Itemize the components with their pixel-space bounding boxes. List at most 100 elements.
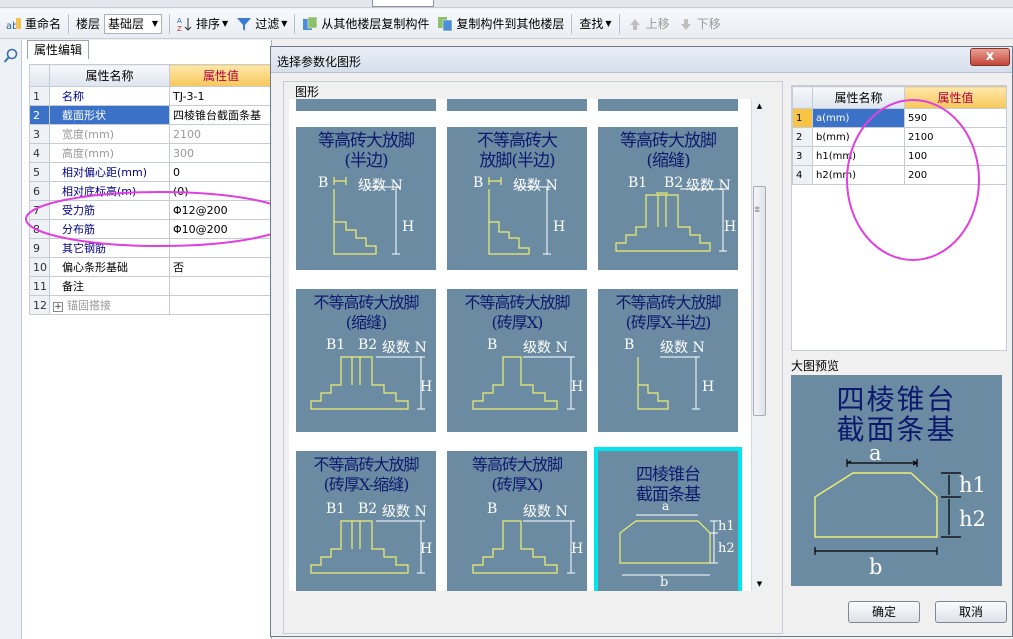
shape-tile[interactable]: 等高砖大放脚 (缩缝) B1 B2 级数 N H bbox=[598, 127, 738, 270]
preview-label-b: b bbox=[869, 555, 883, 579]
shape-tile-partial[interactable] bbox=[296, 99, 436, 111]
shape-tile-partial[interactable] bbox=[447, 99, 587, 111]
tile-label: 级数 N bbox=[358, 178, 403, 194]
shape-tile[interactable]: 不等高砖大 放脚(半边) B 级数 N H bbox=[447, 127, 587, 270]
table-row[interactable]: 12 + 锚固搭接 bbox=[29, 295, 273, 315]
property-value[interactable]: 0 bbox=[169, 162, 273, 182]
move-up-button[interactable]: 上移 bbox=[623, 13, 674, 35]
tile-label: H bbox=[553, 219, 566, 235]
shape-tile[interactable]: 不等高砖大放脚 (砖厚X-缩缝) B1 B2 级数 N H bbox=[296, 451, 436, 591]
rename-button[interactable]: ab 重命名 bbox=[2, 13, 65, 35]
find-button[interactable]: 查找 ▼ bbox=[575, 13, 615, 35]
tile-label: H bbox=[420, 379, 433, 395]
search-icon[interactable] bbox=[3, 48, 19, 67]
tile-label: B bbox=[473, 175, 484, 191]
preview-label-h2: h2 bbox=[959, 507, 986, 531]
rename-label: 重命名 bbox=[25, 17, 62, 31]
row-number: 1 bbox=[792, 108, 813, 128]
property-value[interactable]: TJ-3-1 bbox=[169, 86, 273, 106]
property-name: 备注 bbox=[49, 276, 170, 296]
copy-from-floor-label: 从其他楼层复制构件 bbox=[321, 17, 430, 31]
rename-icon: ab bbox=[6, 16, 22, 32]
tile-label: b bbox=[660, 575, 669, 590]
sort-icon: AZ bbox=[177, 16, 193, 33]
scroll-up-icon[interactable]: ▲ bbox=[752, 99, 767, 113]
copy-from-floor-button[interactable]: 从其他楼层复制构件 bbox=[298, 13, 433, 35]
tile-label: H bbox=[571, 379, 584, 395]
property-name: 宽度(mm) bbox=[49, 124, 170, 144]
sort-button[interactable]: AZ 排序 ▼ bbox=[173, 13, 232, 35]
property-value[interactable] bbox=[169, 295, 273, 315]
shape-tile-partial[interactable] bbox=[598, 99, 738, 111]
table-row[interactable]: 10 偏心条形基础否 bbox=[29, 257, 273, 277]
copy-to-floor-label: 复制构件到其他楼层 bbox=[456, 17, 565, 31]
tile-label: B1 bbox=[326, 337, 346, 353]
dropdown-icon: ▼ bbox=[281, 19, 288, 28]
shape-tile[interactable]: 不等高砖大放脚 (砖厚X-半边) B 级数 N H bbox=[598, 289, 738, 432]
tile-label: B bbox=[318, 175, 329, 191]
property-value[interactable]: 四棱锥台截面条基 bbox=[169, 105, 273, 125]
separator bbox=[68, 13, 70, 34]
tile-label: B bbox=[624, 337, 635, 353]
row-number: 3 bbox=[29, 124, 50, 144]
shape-drawing bbox=[615, 188, 727, 252]
tile-label: h1 bbox=[718, 519, 735, 534]
tile-label: 级数 N bbox=[523, 340, 568, 356]
cancel-button[interactable]: 取消 bbox=[935, 601, 1007, 623]
scroll-thumb[interactable] bbox=[753, 186, 766, 416]
filter-button[interactable]: 过滤 ▼ bbox=[232, 13, 291, 35]
svg-text:Z: Z bbox=[177, 25, 182, 32]
property-name: 相对偏心距(mm) bbox=[49, 162, 170, 182]
copy-to-floor-button[interactable]: 复制构件到其他楼层 bbox=[433, 13, 568, 35]
ok-button[interactable]: 确定 bbox=[848, 601, 920, 623]
shape-drawing bbox=[310, 520, 425, 574]
floor-selector: 楼层 基础层 ▼ bbox=[72, 13, 166, 35]
shape-tile[interactable]: 不等高砖大放脚 (砖厚X) B 级数 N H bbox=[447, 289, 587, 432]
shape-tile[interactable]: 等高砖大放脚 (半边) B 级数 N H bbox=[296, 127, 436, 270]
expand-icon[interactable]: + bbox=[53, 302, 63, 312]
floor-label: 楼层 bbox=[76, 17, 101, 31]
table-row[interactable]: 2 截面形状 四棱锥台截面条基 bbox=[29, 105, 273, 125]
table-row[interactable]: 5 相对偏心距(mm) 0 bbox=[29, 162, 273, 182]
separator bbox=[571, 13, 573, 34]
shape-tile-selected[interactable]: 四棱锥台 截面条基 a h1 h2 b bbox=[594, 447, 742, 591]
property-name-text: 锚固搭接 bbox=[67, 299, 111, 312]
shape-tile[interactable]: 不等高砖大放脚 (缩缝) B1 B2 级数 N H bbox=[296, 289, 436, 432]
table-row[interactable]: 4 高度(mm) 300 bbox=[29, 143, 273, 163]
tab-property-edit[interactable]: 属性编辑 bbox=[27, 40, 89, 59]
find-label: 查找 bbox=[579, 17, 604, 31]
table-row[interactable]: 11 备注 bbox=[29, 276, 273, 296]
tile-label: B2 bbox=[664, 175, 684, 191]
select-shape-dialog: 选择参数化图形 x 图形 等高砖大放脚 (半边) B 级数 N H 不等高砖大 … bbox=[270, 46, 1013, 637]
tile-label: B2 bbox=[358, 337, 378, 353]
floor-combo[interactable]: 基础层 ▼ bbox=[104, 13, 163, 34]
separator bbox=[294, 13, 296, 34]
row-number: 3 bbox=[792, 146, 813, 166]
property-value[interactable] bbox=[169, 276, 273, 296]
tile-label: B bbox=[487, 337, 498, 353]
scroll-down-icon[interactable]: ▼ bbox=[752, 577, 767, 591]
table-row[interactable]: 3 宽度(mm) 2100 bbox=[29, 124, 273, 144]
shape-tile[interactable]: 等高砖大放脚 (砖厚X) B 级数 N H bbox=[447, 451, 587, 591]
shape-drawing bbox=[472, 520, 575, 574]
floor-value: 基础层 bbox=[108, 16, 145, 31]
table-row[interactable]: 1 名称 TJ-3-1 bbox=[29, 86, 273, 106]
property-name: 截面形状 bbox=[49, 105, 170, 125]
tile-label: h2 bbox=[718, 541, 735, 556]
property-value[interactable]: 2100 bbox=[169, 124, 273, 144]
move-down-button[interactable]: 下移 bbox=[674, 13, 725, 35]
close-button[interactable]: x bbox=[970, 48, 1010, 66]
dialog-title: 选择参数化图形 bbox=[277, 55, 362, 69]
property-name: + 锚固搭接 bbox=[49, 295, 170, 315]
property-value[interactable]: 300 bbox=[169, 143, 273, 163]
shapes-scrollbar[interactable]: ▲ ═ ═ ▼ bbox=[751, 99, 766, 591]
dropdown-icon: ▼ bbox=[605, 19, 612, 28]
top-tab[interactable] bbox=[372, 0, 434, 7]
preview-label-a: a bbox=[869, 441, 882, 465]
separator bbox=[618, 13, 620, 34]
filter-icon bbox=[236, 16, 252, 32]
row-number: 4 bbox=[792, 165, 813, 185]
annotation-ellipse bbox=[25, 191, 295, 247]
property-value[interactable]: 否 bbox=[169, 257, 273, 277]
corner-cell bbox=[29, 64, 50, 87]
